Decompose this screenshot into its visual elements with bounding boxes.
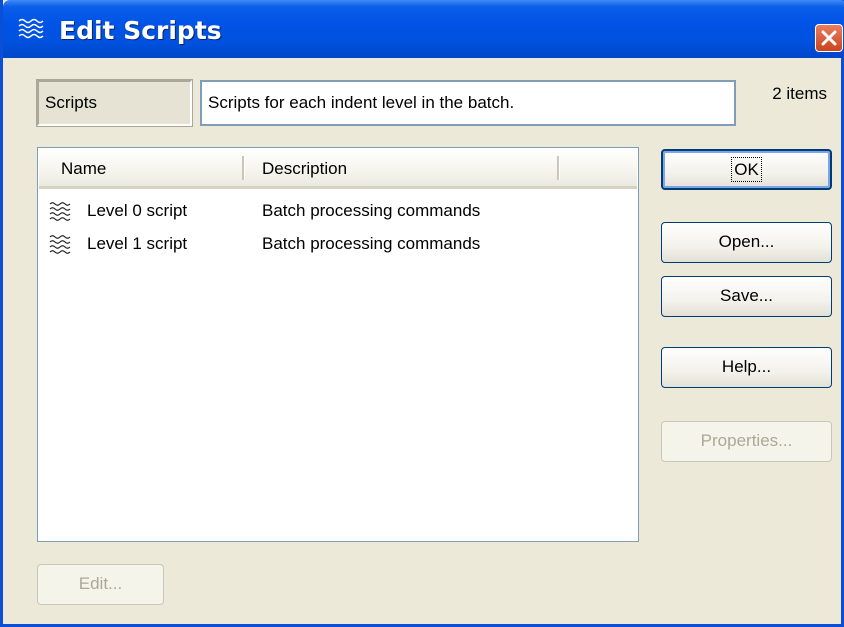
ok-button[interactable]: OK: [661, 149, 832, 190]
scripts-label-box: Scripts: [36, 79, 193, 127]
item-count: 2 items: [772, 84, 827, 103]
row-name: Level 1 script: [87, 234, 188, 253]
column-header-description-label: Description: [262, 159, 348, 178]
column-header-name-label: Name: [61, 159, 107, 178]
open-button-label: Open...: [718, 232, 775, 251]
row-description: Batch processing commands: [262, 234, 481, 253]
list-header: Name Description: [39, 149, 637, 189]
edit-button[interactable]: Edit...: [37, 564, 164, 605]
close-icon: [821, 30, 837, 46]
wavy-lines-icon: [18, 18, 44, 39]
open-button[interactable]: Open...: [661, 222, 832, 263]
edit-button-label: Edit...: [78, 574, 123, 593]
column-separator[interactable]: [242, 156, 245, 180]
help-button[interactable]: Help...: [661, 347, 832, 388]
save-button-label: Save...: [720, 286, 773, 305]
title-bar[interactable]: Edit Scripts: [3, 0, 844, 58]
wavy-lines-icon: [49, 202, 71, 221]
column-header-description[interactable]: Description: [246, 149, 557, 186]
description-field[interactable]: Scripts for each indent level in the bat…: [200, 80, 736, 126]
properties-button[interactable]: Properties...: [661, 421, 832, 462]
edit-scripts-dialog: Edit Scripts Scripts Scripts for each in…: [0, 0, 844, 627]
close-button[interactable]: [815, 24, 843, 52]
scripts-label: Scripts: [45, 93, 97, 112]
save-button[interactable]: Save...: [661, 276, 832, 317]
description-text: Scripts for each indent level in the bat…: [208, 93, 515, 112]
list-item[interactable]: Level 0 script Batch processing commands: [39, 199, 637, 223]
column-separator[interactable]: [557, 156, 560, 180]
window-title: Edit Scripts: [59, 16, 222, 45]
column-header-name[interactable]: Name: [39, 149, 243, 186]
wavy-lines-icon: [49, 235, 71, 254]
properties-button-label: Properties...: [700, 431, 793, 450]
scripts-list[interactable]: Name Description Level 0 script Batch pr…: [37, 147, 639, 542]
list-item[interactable]: Level 1 script Batch processing commands: [39, 232, 637, 256]
ok-button-label: OK: [731, 157, 762, 182]
row-description: Batch processing commands: [262, 201, 481, 220]
help-button-label: Help...: [721, 357, 772, 376]
row-name: Level 0 script: [87, 201, 188, 220]
